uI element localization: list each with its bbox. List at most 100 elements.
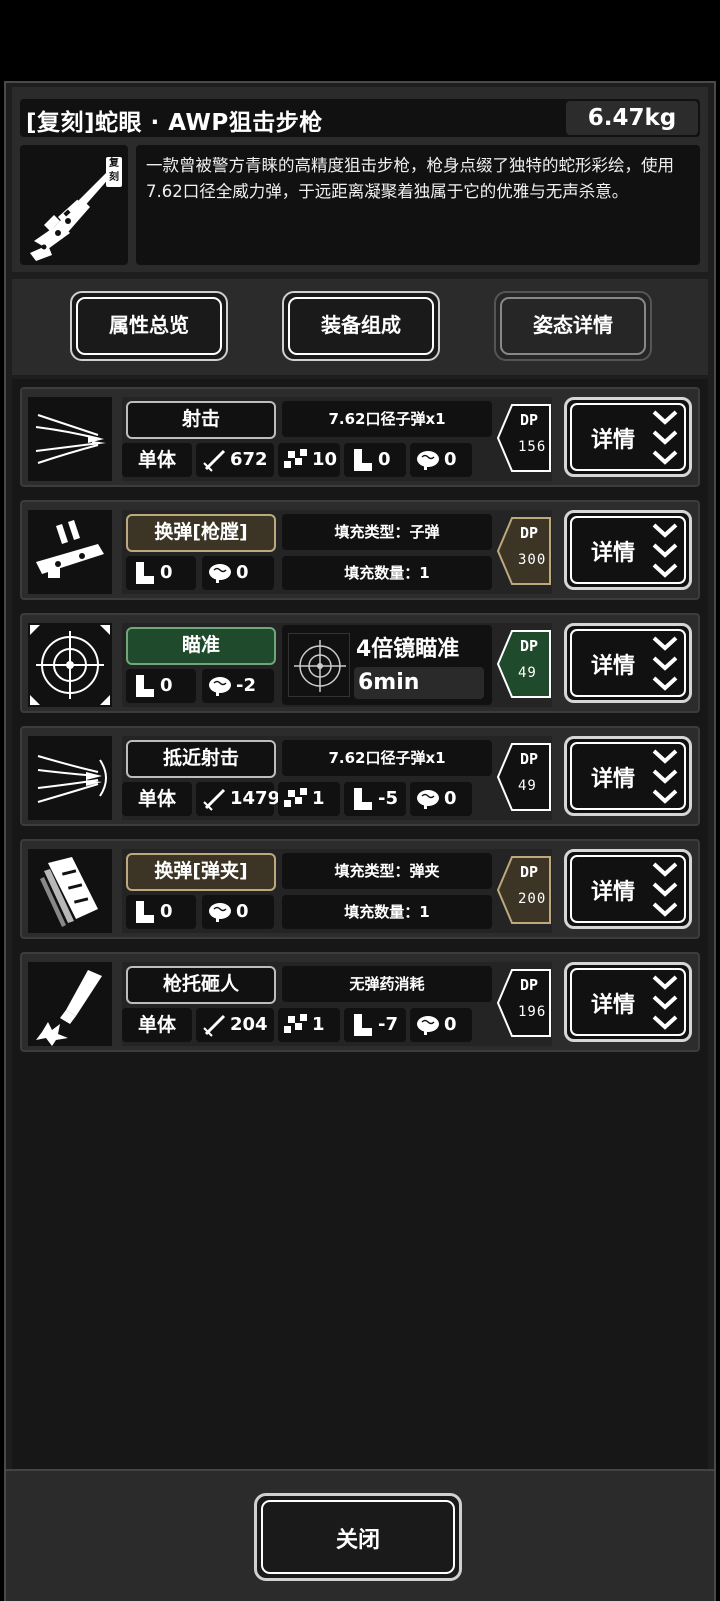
detail-button[interactable]: 详情 <box>564 510 692 590</box>
dp-label: DP <box>520 637 539 655</box>
detail-label: 详情 <box>591 767 636 792</box>
action-info: 瞄准 4倍镜瞄准 6min 0 -2 DP 49 <box>122 623 552 707</box>
move-value: 0 <box>160 675 173 696</box>
stamina-value: -2 <box>236 675 256 696</box>
stamina-value: 0 <box>236 901 249 922</box>
close-label: 关闭 <box>335 1528 380 1553</box>
fill-type: 填充类型：弹夹 <box>282 853 492 889</box>
close-button[interactable]: 关闭 <box>254 1493 462 1581</box>
ammo-cost: 无弹药消耗 <box>282 966 492 1002</box>
title-bar: [复刻]蛇眼 · AWP狙击步枪 6.47kg <box>20 99 700 137</box>
dp-label: DP <box>520 411 539 429</box>
chevron-down-icon <box>651 408 679 468</box>
chevron-down-icon <box>651 521 679 581</box>
stamina-stat: 0 <box>410 443 472 477</box>
damage-value: 672 <box>230 449 268 470</box>
hit-value: 1 <box>312 788 325 809</box>
scope-icon <box>288 633 350 697</box>
tab-equipment[interactable]: 装备组成 <box>282 291 440 361</box>
action-info: 换弹[枪膛] 填充类型：子弹 填充数量：1 0 0 DP 300 <box>122 510 552 594</box>
action-row-butt-strike: 枪托砸人 无弹药消耗 单体 204 1 -7 0 DP 196 详情 <box>20 952 700 1052</box>
move-stat: 0 <box>126 556 196 590</box>
action-name: 换弹[枪膛] <box>126 514 276 552</box>
tab-attributes[interactable]: 属性总览 <box>70 291 228 361</box>
tab-label: 装备组成 <box>321 313 401 337</box>
action-name: 换弹[弹夹] <box>126 853 276 891</box>
stamina-stat: -2 <box>202 669 274 703</box>
detail-button[interactable]: 详情 <box>564 397 692 477</box>
detail-button[interactable]: 详情 <box>564 623 692 703</box>
dp-value: 49 <box>518 665 537 681</box>
brain-icon <box>206 560 234 586</box>
stamina-value: 0 <box>444 1014 457 1035</box>
action-name: 射击 <box>126 401 276 439</box>
boot-icon <box>130 560 158 586</box>
damage-stat: 204 <box>196 1008 274 1042</box>
ammo-cost: 7.62口径子弹x1 <box>282 401 492 437</box>
boot-icon <box>348 447 376 473</box>
boot-icon <box>130 899 158 925</box>
action-row-aim: 瞄准 4倍镜瞄准 6min 0 -2 DP 49 详情 <box>20 613 700 713</box>
dp-value: 300 <box>518 552 547 568</box>
sword-icon <box>200 786 228 812</box>
detail-label: 详情 <box>591 993 636 1018</box>
fill-type: 填充类型：子弹 <box>282 514 492 550</box>
detail-button[interactable]: 详情 <box>564 849 692 929</box>
dp-badge: DP 156 <box>496 403 552 473</box>
action-row-point-blank: 抵近射击 7.62口径子弹x1 单体 1479 1 -5 0 DP 49 详情 <box>20 726 700 826</box>
stamina-stat: 0 <box>202 556 274 590</box>
detail-button[interactable]: 详情 <box>564 962 692 1042</box>
weapon-weight: 6.47kg <box>566 101 698 135</box>
target-type: 单体 <box>122 443 192 477</box>
hit-stat: 10 <box>278 443 340 477</box>
checker-icon <box>282 786 310 812</box>
action-row-reload-magazine: 换弹[弹夹] 填充类型：弹夹 填充数量：1 0 0 DP 200 详情 <box>20 839 700 939</box>
dp-badge: DP 300 <box>496 516 552 586</box>
action-row-reload-chamber: 换弹[枪膛] 填充类型：子弹 填充数量：1 0 0 DP 300 详情 <box>20 500 700 600</box>
move-value: 0 <box>160 562 173 583</box>
action-name: 枪托砸人 <box>126 966 276 1004</box>
dp-value: 156 <box>518 439 547 455</box>
target-type: 单体 <box>122 1008 192 1042</box>
detail-button[interactable]: 详情 <box>564 736 692 816</box>
weapon-description: 一款曾被警方青睐的高精度狙击步枪，枪身点缀了独特的蛇形彩绘，使用7.62口径全威… <box>136 145 700 265</box>
dp-badge: DP 200 <box>496 855 552 925</box>
stamina-stat: 0 <box>410 782 472 816</box>
stamina-stat: 0 <box>410 1008 472 1042</box>
dp-badge: DP 196 <box>496 968 552 1038</box>
chevron-down-icon <box>651 634 679 694</box>
action-info: 射击 7.62口径子弹x1 单体 672 10 0 0 DP 156 <box>122 397 552 481</box>
dp-value: 49 <box>518 778 537 794</box>
target-type: 单体 <box>122 782 192 816</box>
weapon-detail-panel: [复刻]蛇眼 · AWP狙击步枪 6.47kg 复刻 一款曾被警方青睐的高精度狙… <box>4 81 716 1601</box>
action-name: 瞄准 <box>126 627 276 665</box>
fill-count: 填充数量：1 <box>282 895 492 929</box>
shoot-icon <box>28 397 112 481</box>
stamina-value: 0 <box>236 562 249 583</box>
tab-label: 属性总览 <box>109 313 189 337</box>
damage-value: 204 <box>230 1014 268 1035</box>
brain-icon <box>206 899 234 925</box>
detail-label: 详情 <box>591 541 636 566</box>
weapon-title: [复刻]蛇眼 · AWP狙击步枪 <box>26 110 323 136</box>
action-info: 抵近射击 7.62口径子弹x1 单体 1479 1 -5 0 DP 49 <box>122 736 552 820</box>
replica-tag: 复刻 <box>106 157 122 187</box>
action-name: 抵近射击 <box>126 740 276 778</box>
action-info: 换弹[弹夹] 填充类型：弹夹 填充数量：1 0 0 DP 200 <box>122 849 552 933</box>
move-value: 0 <box>160 901 173 922</box>
hit-value: 10 <box>312 449 338 470</box>
action-row-shoot: 射击 7.62口径子弹x1 单体 672 10 0 0 DP 156 详情 <box>20 387 700 487</box>
dp-badge: DP 49 <box>496 742 552 812</box>
magazine-icon <box>28 849 112 933</box>
weapon-image: 复刻 <box>20 145 128 265</box>
fill-count: 填充数量：1 <box>282 556 492 590</box>
tab-stance[interactable]: 姿态详情 <box>494 291 652 361</box>
reload-chamber-icon <box>28 510 112 594</box>
dp-label: DP <box>520 863 539 881</box>
dp-badge: DP 49 <box>496 629 552 699</box>
tab-bar: 属性总览 装备组成 姿态详情 <box>12 279 708 375</box>
dp-label: DP <box>520 750 539 768</box>
scope-time: 6min <box>354 667 484 699</box>
checker-icon <box>282 1012 310 1038</box>
sword-icon <box>200 447 228 473</box>
